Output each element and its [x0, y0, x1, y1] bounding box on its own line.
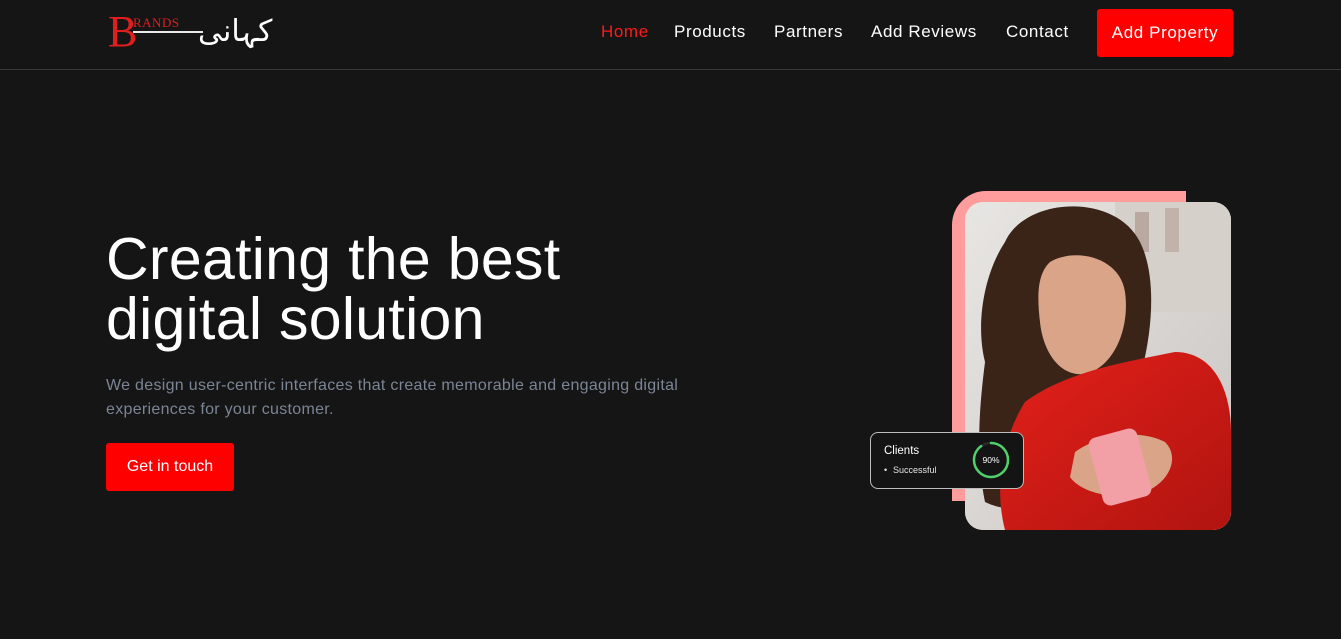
clients-title: Clients	[884, 445, 920, 457]
nav-partners[interactable]: Partners	[774, 22, 843, 42]
get-in-touch-button[interactable]: Get in touch	[106, 443, 234, 491]
hero-title: Creating the best digital solution	[106, 229, 706, 349]
clients-stat-card: Clients • Successful 90%	[870, 432, 1024, 489]
clients-status: Successful	[893, 465, 937, 475]
logo-underline	[133, 31, 203, 33]
logo-word: RANDS	[133, 15, 180, 30]
nav-products[interactable]: Products	[674, 22, 746, 42]
nav-contact[interactable]: Contact	[1006, 22, 1069, 42]
hero-title-line-2: digital solution	[106, 286, 485, 352]
add-property-button[interactable]: Add Property	[1097, 9, 1233, 57]
logo-urdu-text: کہانی	[198, 14, 273, 49]
hero-title-line-1: Creating the best	[106, 226, 561, 292]
brand-logo[interactable]: B RANDS کہانی	[108, 10, 272, 56]
hero-subtitle-line-1: We design user-centric interfaces that c…	[106, 377, 679, 394]
hero-subtitle: We design user-centric interfaces that c…	[106, 374, 746, 422]
progress-percent-label: 90%	[982, 455, 1000, 465]
bullet-dot: •	[884, 465, 888, 475]
nav-home[interactable]: Home	[601, 22, 649, 42]
nav-add-reviews[interactable]: Add Reviews	[871, 22, 977, 42]
navbar: B RANDS کہانی Home Products Partners Add…	[0, 0, 1341, 70]
hero-subtitle-line-2: experiences for your customer.	[106, 401, 334, 418]
